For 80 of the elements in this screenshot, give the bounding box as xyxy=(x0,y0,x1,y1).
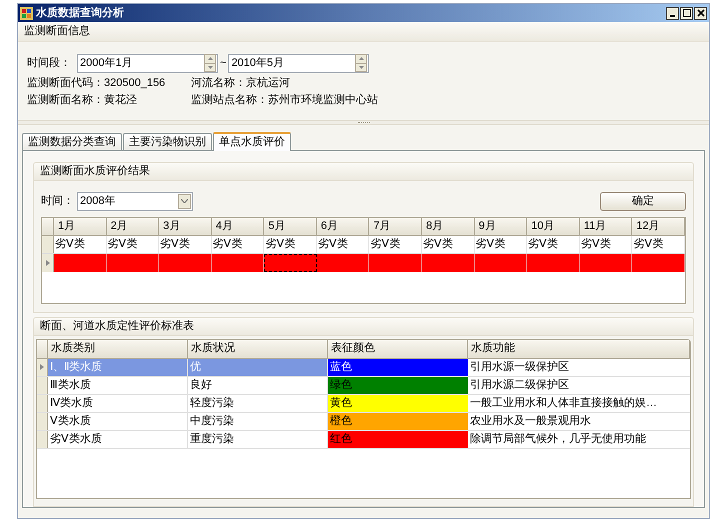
color-cell: 绿色 xyxy=(328,376,468,394)
info-label: 河流名称： xyxy=(191,76,246,92)
tab[interactable]: 单点水质评价 xyxy=(213,132,291,151)
range-separator: ~ xyxy=(220,56,226,71)
section-title: 监测断面信息 xyxy=(24,24,90,40)
close-icon xyxy=(696,9,704,17)
column-header: 8月 xyxy=(422,218,475,235)
table-cell: 劣Ⅴ类 xyxy=(422,236,475,253)
info-value: 京杭运河 xyxy=(246,76,290,92)
maximize-icon xyxy=(682,9,690,17)
info-value: 黄花泾 xyxy=(104,93,137,108)
close-button[interactable] xyxy=(694,6,707,20)
group-title: 监测断面水质评价结果 xyxy=(40,164,150,180)
table-cell: 劣Ⅴ类 xyxy=(369,236,422,253)
year-dropdown[interactable]: 2008年 xyxy=(77,192,193,211)
column-header: 7月 xyxy=(369,218,422,235)
minimize-button[interactable] xyxy=(666,6,679,20)
table-row[interactable]: 劣Ⅴ类水质 重度污染 红色 除调节局部气候外，几乎无使用功能 xyxy=(37,430,690,449)
spin-buttons[interactable] xyxy=(204,54,216,72)
column-header: 4月 xyxy=(212,218,264,235)
color-cell: 红色 xyxy=(328,430,468,448)
table-cell: 劣Ⅴ类 xyxy=(316,236,370,253)
down-arrow-icon xyxy=(208,66,212,69)
column-header: 水质功能 xyxy=(468,340,690,358)
up-arrow-icon xyxy=(358,57,364,60)
table-cell: Ⅲ类水质 xyxy=(48,376,188,394)
info-value: 苏州市环境监测中心站 xyxy=(268,92,378,108)
column-header: 9月 xyxy=(474,218,528,235)
column-header: 12月 xyxy=(632,218,685,235)
down-arrow-icon xyxy=(358,66,364,69)
table-cell: 劣Ⅴ类 xyxy=(527,236,580,253)
table-cell: 劣Ⅴ类 xyxy=(54,236,107,253)
confirm-button[interactable]: 确定 xyxy=(600,192,686,211)
color-cell: 黄色 xyxy=(328,394,468,412)
table-cell: 劣Ⅴ类 xyxy=(474,236,528,253)
color-cell: 蓝色 xyxy=(328,358,468,376)
table-cell: Ⅴ类水质 xyxy=(48,412,188,430)
row-pointer-icon xyxy=(46,260,50,266)
start-date-field[interactable]: 2000年1月 xyxy=(77,54,218,72)
tab[interactable]: 主要污染物识别 xyxy=(123,133,212,150)
color-cell: 橙色 xyxy=(328,412,468,430)
tab[interactable]: 监测数据分类查询 xyxy=(22,133,122,150)
up-arrow-icon xyxy=(208,57,212,60)
info-label: 监测断面名称： xyxy=(27,93,104,108)
table-cell: Ⅰ、Ⅱ类水质 xyxy=(48,358,188,376)
column-header: 6月 xyxy=(316,218,370,235)
table-cell: 劣Ⅴ类 xyxy=(580,236,632,253)
info-value: 320500_156 xyxy=(104,76,166,92)
table-cell: 劣Ⅴ类 xyxy=(159,236,212,253)
table-row[interactable]: Ⅳ类水质 轻度污染 黄色 一般工业用水和人体非直接接触的娱… xyxy=(37,394,690,413)
column-header: 11月 xyxy=(580,218,632,235)
table-cell: 劣Ⅴ类 xyxy=(212,236,264,253)
maximize-button[interactable] xyxy=(680,6,693,20)
window-title: 水质数据查询分析 xyxy=(36,6,124,21)
column-header: 水质类别 xyxy=(48,340,188,358)
end-date-field[interactable]: 2010年5月 xyxy=(228,54,370,72)
spin-buttons[interactable] xyxy=(355,54,368,72)
column-header: 5月 xyxy=(264,218,317,235)
group-title: 断面、河道水质定性评价标准表 xyxy=(40,318,194,334)
column-header: 10月 xyxy=(527,218,580,235)
app-icon xyxy=(20,6,33,20)
table-cell: 劣Ⅴ类 xyxy=(264,236,317,253)
info-label: 监测站点名称： xyxy=(191,92,268,108)
table-row[interactable]: Ⅴ类水质 中度污染 橙色 农业用水及一般景观用水 xyxy=(37,412,690,431)
column-header: 1月 xyxy=(54,218,107,235)
column-header: 3月 xyxy=(159,218,212,235)
table-cell: Ⅳ类水质 xyxy=(48,394,188,412)
column-header: 2月 xyxy=(106,218,160,235)
column-header: 表征颜色 xyxy=(328,340,468,358)
column-header: 水质状况 xyxy=(188,340,328,358)
time-label: 时间： xyxy=(41,194,75,210)
table-cell: 劣Ⅴ类水质 xyxy=(48,430,188,448)
table-row[interactable]: Ⅲ类水质 良好 绿色 引用水源二级保护区 xyxy=(37,376,690,395)
info-label: 监测断面代码： xyxy=(27,76,104,92)
table-cell: 劣Ⅴ类 xyxy=(632,236,685,253)
table-cell: 引用水源一级保护区 xyxy=(468,358,690,376)
table-row[interactable]: Ⅰ、Ⅱ类水质 优 蓝色 引用水源一级保护区 xyxy=(37,358,690,377)
row-pointer-icon xyxy=(40,364,44,370)
period-label: 时间段： xyxy=(27,56,72,71)
table-cell: 劣Ⅴ类 xyxy=(106,236,160,253)
